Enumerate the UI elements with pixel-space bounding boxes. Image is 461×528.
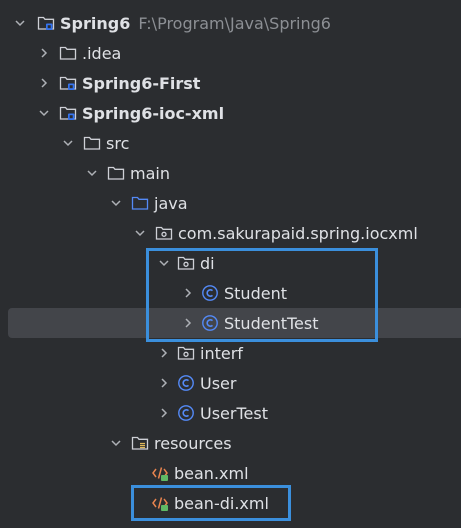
chevron-down-icon[interactable] — [154, 253, 174, 273]
folder-icon — [106, 163, 126, 183]
module-folder-icon — [58, 73, 78, 93]
chevron-down-icon[interactable] — [34, 103, 54, 123]
java-class-icon — [200, 283, 220, 303]
java-class-icon — [176, 403, 196, 423]
tree-node-label: com.sakurapaid.spring.iocxml — [178, 223, 418, 243]
tree-node-spring6-ioc-xml[interactable]: Spring6-ioc-xml — [0, 98, 461, 128]
chevron-down-icon[interactable] — [82, 163, 102, 183]
tree-node-interf[interactable]: interf — [0, 338, 461, 368]
package-icon — [154, 223, 174, 243]
tree-node-label: di — [200, 253, 215, 273]
tree-node-label: Spring6 — [60, 13, 131, 33]
tree-node-java[interactable]: java — [0, 188, 461, 218]
tree-node-main[interactable]: main — [0, 158, 461, 188]
xml-file-icon — [150, 463, 170, 483]
tree-node-label: src — [106, 133, 130, 153]
tree-node-spring6-first[interactable]: Spring6-First — [0, 68, 461, 98]
chevron-right-icon[interactable] — [34, 73, 54, 93]
java-class-icon — [176, 373, 196, 393]
xml-file-icon — [150, 493, 170, 513]
chevron-down-icon[interactable] — [106, 193, 126, 213]
tree-node-idea[interactable]: .idea — [0, 38, 461, 68]
chevron-right-icon[interactable] — [154, 343, 174, 363]
tree-node-di[interactable]: di — [0, 248, 461, 278]
folder-icon — [58, 43, 78, 63]
tree-node-user-test[interactable]: UserTest — [0, 398, 461, 428]
tree-node-label: User — [200, 373, 237, 393]
tree-node-spring6[interactable]: Spring6 F:\Program\Java\Spring6 — [0, 8, 461, 38]
tree-node-label: interf — [200, 343, 243, 363]
tree-node-label: main — [130, 163, 170, 183]
tree-node-student[interactable]: Student — [0, 278, 461, 308]
tree-node-label: Student — [224, 283, 287, 303]
tree-node-resources[interactable]: resources — [0, 428, 461, 458]
folder-icon — [82, 133, 102, 153]
tree-node-user[interactable]: User — [0, 368, 461, 398]
java-class-icon — [200, 313, 220, 333]
tree-node-label: bean-di.xml — [174, 493, 269, 513]
tree-node-label: .idea — [82, 43, 122, 63]
tree-node-bean-di-xml[interactable]: bean-di.xml — [0, 488, 461, 518]
tree-node-label: Spring6-ioc-xml — [82, 103, 225, 123]
tree-node-label: Spring6-First — [82, 73, 201, 93]
chevron-down-icon[interactable] — [10, 13, 30, 33]
source-folder-icon — [130, 193, 150, 213]
tree-node-bean-xml[interactable]: bean.xml — [0, 458, 461, 488]
chevron-right-icon[interactable] — [154, 373, 174, 393]
tree-node-label: bean.xml — [174, 463, 249, 483]
chevron-right-icon[interactable] — [178, 313, 198, 333]
tree-node-src[interactable]: src — [0, 128, 461, 158]
package-icon — [176, 343, 196, 363]
tree-node-package-iocxml[interactable]: com.sakurapaid.spring.iocxml — [0, 218, 461, 248]
chevron-right-icon[interactable] — [34, 43, 54, 63]
tree-node-student-test[interactable]: StudentTest — [0, 308, 461, 338]
chevron-down-icon[interactable] — [130, 223, 150, 243]
tree-node-label: UserTest — [200, 403, 268, 423]
chevron-down-icon[interactable] — [106, 433, 126, 453]
project-path: F:\Program\Java\Spring6 — [138, 13, 331, 33]
package-icon — [176, 253, 196, 273]
tree-node-label: resources — [154, 433, 232, 453]
module-folder-icon — [58, 103, 78, 123]
chevron-down-icon[interactable] — [58, 133, 78, 153]
tree-node-label: StudentTest — [224, 313, 319, 333]
resources-folder-icon — [130, 433, 150, 453]
project-tree: Spring6 F:\Program\Java\Spring6 .idea Sp… — [0, 0, 461, 528]
module-folder-icon — [36, 13, 56, 33]
chevron-right-icon[interactable] — [178, 283, 198, 303]
chevron-right-icon[interactable] — [154, 403, 174, 423]
tree-node-label: java — [154, 193, 188, 213]
